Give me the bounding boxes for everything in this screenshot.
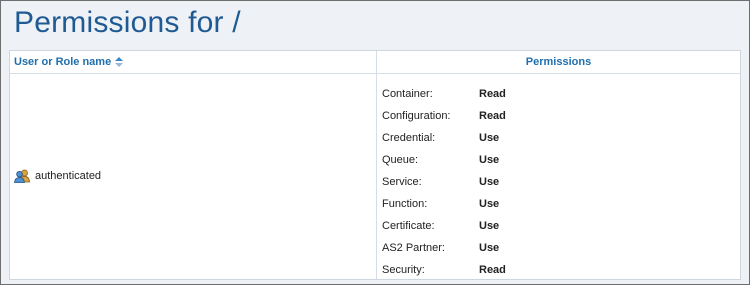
permission-value: Use <box>479 132 500 144</box>
permission-key: Configuration: <box>382 110 451 122</box>
table-row: authenticated Container: Read Configurat… <box>10 74 740 279</box>
permission-key: Credential: <box>382 132 436 144</box>
permission-value: Read <box>479 264 506 276</box>
permission-item: Container: Read <box>382 83 506 105</box>
permission-item: Configuration: Read <box>382 105 506 127</box>
permission-key: Service: <box>382 176 422 188</box>
permission-item: Function: Use <box>382 193 506 215</box>
permissions-page: Permissions for / User or Role name Perm… <box>0 0 750 285</box>
permission-key: AS2 Partner: <box>382 242 445 254</box>
user-cell: authenticated <box>14 169 101 183</box>
sort-ascending-icon[interactable] <box>115 57 124 67</box>
permission-key: Function: <box>382 198 428 210</box>
permissions-column-header[interactable]: Permissions <box>377 56 740 68</box>
permission-item: Security: Read <box>382 259 506 281</box>
permission-list: Container: Read Configuration: Read Cred… <box>382 83 506 281</box>
users-icon <box>14 169 30 183</box>
permission-value: Use <box>479 198 500 210</box>
permission-key: Security: <box>382 264 425 276</box>
permission-item: Certificate: Use <box>382 215 506 237</box>
permission-value: Read <box>479 110 506 122</box>
user-name: authenticated <box>35 170 102 182</box>
permission-key: Certificate: <box>382 220 435 232</box>
permission-item: Service: Use <box>382 171 506 193</box>
permission-value: Use <box>479 176 500 188</box>
permission-value: Use <box>479 154 500 166</box>
page-title: Permissions for / <box>14 6 241 39</box>
permissions-table: User or Role name Permissions authentica… <box>9 50 741 280</box>
permission-value: Use <box>479 220 500 232</box>
permission-item: Queue: Use <box>382 149 506 171</box>
permission-key: Queue: <box>382 154 419 166</box>
permission-item: AS2 Partner: Use <box>382 237 506 259</box>
permission-value: Use <box>479 242 500 254</box>
table-header: User or Role name Permissions <box>10 51 740 74</box>
user-column-header-label: User or Role name <box>14 56 112 68</box>
user-column-header[interactable]: User or Role name <box>14 56 124 68</box>
permission-key: Container: <box>382 88 433 100</box>
permission-item: Credential: Use <box>382 127 506 149</box>
permission-value: Read <box>479 88 506 100</box>
